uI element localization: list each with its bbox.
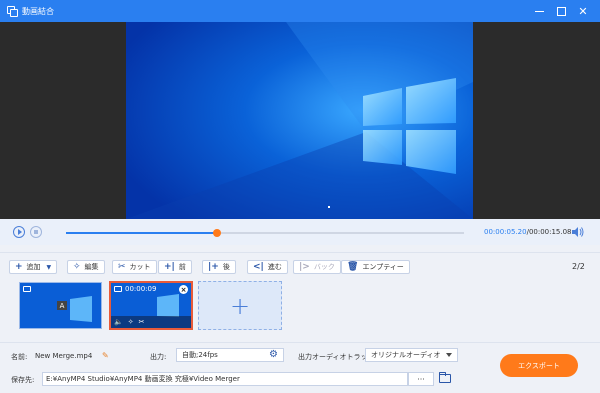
- front-button[interactable]: +| 前: [158, 260, 192, 274]
- clip-actions: 🔈 ✧ ✂: [111, 316, 191, 328]
- clip-duration: 00:00:09: [125, 285, 157, 293]
- forward-label: 進む: [267, 263, 282, 271]
- save-path-field[interactable]: E:¥AnyMP4 Studio¥AnyMP4 動画変換 究極¥Video Me…: [42, 372, 408, 386]
- preview-stage: [0, 22, 600, 219]
- maximize-icon: [556, 6, 566, 16]
- volume-icon[interactable]: 🔈: [114, 318, 123, 326]
- insert-front-icon: +|: [164, 262, 175, 272]
- stop-button[interactable]: [30, 226, 42, 238]
- browse-button[interactable]: ···: [408, 372, 434, 386]
- audio-track-dropdown[interactable]: オリジナルオーディオ: [365, 348, 458, 362]
- plus-icon: +: [229, 291, 251, 320]
- title-bar: 動画結合 ✕: [0, 0, 600, 22]
- film-icon: [23, 286, 31, 292]
- chevron-down-icon: [446, 353, 452, 357]
- export-button[interactable]: エクスポート: [500, 354, 578, 377]
- add-button[interactable]: + 追加 ▼: [9, 260, 58, 274]
- minimize-icon: [534, 10, 544, 12]
- window-title: 動画結合: [22, 6, 54, 16]
- save-path-value: E:¥AnyMP4 Studio¥AnyMP4 動画変換 究極¥Video Me…: [46, 375, 240, 383]
- total-time: 00:00:15.08: [528, 228, 572, 236]
- window-controls: ✕: [528, 0, 594, 22]
- backward-label: バック: [313, 263, 335, 271]
- edit-toolbar: + 追加 ▼ ✧ 編集 ✂ カット +| 前 |+ 後 <| 進む |> バック 🗑 エンプティー: [0, 252, 600, 280]
- cut-button[interactable]: ✂ カット: [112, 260, 157, 274]
- clip-badge: A: [57, 301, 67, 310]
- file-name[interactable]: New Merge.mp4: [35, 352, 92, 360]
- empty-button[interactable]: 🗑 エンプティー: [341, 260, 410, 274]
- volume-icon[interactable]: [572, 227, 584, 237]
- back-button[interactable]: |+ 後: [202, 260, 236, 274]
- output-label: 出力:: [150, 353, 167, 361]
- export-label: エクスポート: [518, 361, 560, 370]
- forward-button[interactable]: <| 進む: [247, 260, 288, 274]
- page-indicator: 2/2: [572, 262, 585, 271]
- add-label: 追加: [26, 263, 41, 271]
- insert-back-icon: |+: [208, 262, 219, 272]
- back-label: 後: [222, 263, 230, 271]
- output-format-value: 自動;24fps: [182, 351, 218, 359]
- clip-timeline: A 00:00:09 × 🔈 ✧ ✂ +: [0, 280, 600, 342]
- move-backward-icon: |>: [299, 262, 310, 272]
- plus-icon: +: [15, 262, 23, 272]
- move-forward-icon: <|: [253, 262, 264, 272]
- save-location-label: 保存先:: [11, 376, 35, 384]
- film-icon: [114, 286, 122, 292]
- clip-thumbnail-selected[interactable]: 00:00:09 × 🔈 ✧ ✂: [109, 281, 193, 330]
- remove-clip-button[interactable]: ×: [179, 285, 188, 294]
- time-readout: 00:00:05.20/00:00:15.08: [484, 228, 572, 236]
- edit-button[interactable]: ✧ 編集: [67, 260, 105, 274]
- play-button[interactable]: [13, 226, 25, 238]
- app-icon: [7, 6, 18, 17]
- audio-track-value: オリジナルオーディオ: [371, 351, 441, 359]
- current-time: 00:00:05.20: [484, 228, 527, 236]
- trash-icon: 🗑: [347, 262, 359, 272]
- video-preview[interactable]: [126, 22, 473, 219]
- chevron-down-icon: ▼: [46, 263, 52, 271]
- browse-label: ···: [417, 374, 425, 384]
- scissors-icon: ✂: [118, 262, 126, 272]
- backward-button[interactable]: |> バック: [293, 260, 341, 274]
- cut-label: カット: [129, 263, 151, 271]
- name-label: 名前:: [11, 353, 28, 361]
- magic-wand-icon[interactable]: ✧: [128, 318, 134, 326]
- scissors-icon[interactable]: ✂: [139, 318, 145, 326]
- close-icon: ×: [180, 285, 187, 294]
- output-format-field[interactable]: 自動;24fps: [176, 348, 284, 362]
- preview-frame: [126, 22, 473, 219]
- close-button[interactable]: ✕: [572, 0, 594, 22]
- progress-fill: [66, 232, 218, 234]
- pencil-icon[interactable]: ✎: [102, 351, 109, 360]
- progress-slider[interactable]: [66, 229, 464, 237]
- folder-icon[interactable]: [439, 372, 451, 383]
- add-clip-button[interactable]: +: [198, 281, 282, 330]
- close-icon: ✕: [578, 4, 588, 18]
- front-label: 前: [178, 263, 186, 271]
- empty-label: エンプティー: [362, 263, 404, 271]
- clip-thumbnail[interactable]: A: [19, 282, 102, 329]
- gear-icon[interactable]: ⚙: [269, 350, 279, 360]
- maximize-button[interactable]: [550, 0, 572, 22]
- minimize-button[interactable]: [528, 0, 550, 22]
- magic-wand-icon: ✧: [73, 262, 81, 272]
- edit-label: 編集: [84, 263, 99, 271]
